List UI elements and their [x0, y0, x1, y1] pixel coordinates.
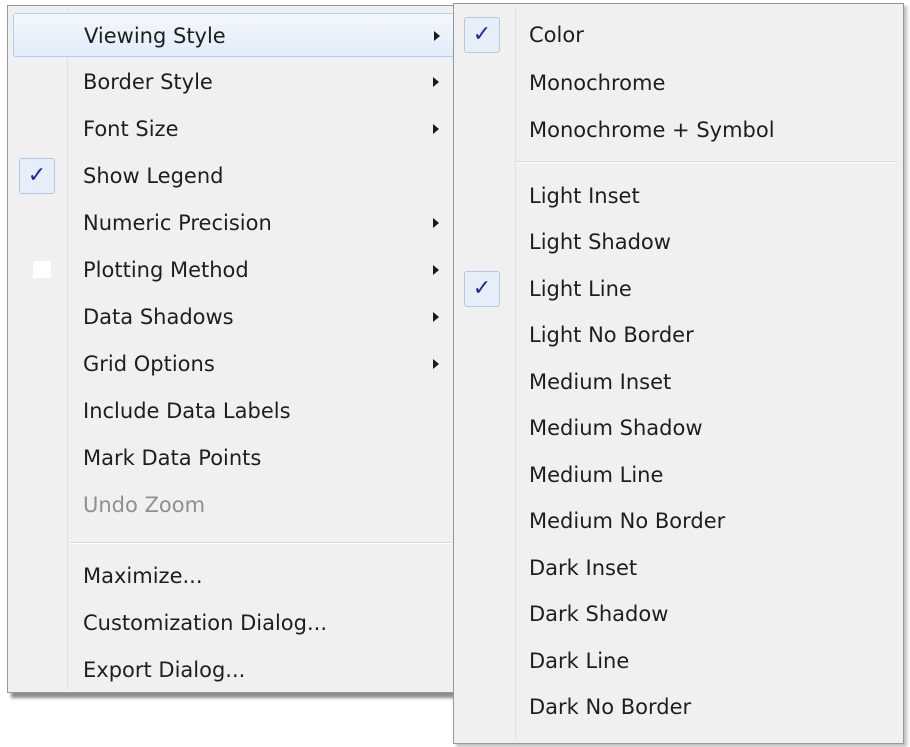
submenu-item-dark-inset[interactable]: Dark Inset [458, 546, 901, 590]
menu-item-label: Medium Shadow [529, 416, 703, 440]
menu-item-show-legend[interactable]: ✓ Show Legend [13, 154, 458, 198]
menu-item-viewing-style[interactable]: Viewing Style [13, 13, 458, 57]
viewing-style-submenu: ✓ Color Monochrome Monochrome + Symbol L… [453, 3, 904, 744]
submenu-arrow-icon [433, 77, 439, 87]
menu-item-export-dialog[interactable]: Export Dialog... [13, 648, 458, 692]
submenu-item-light-no-border[interactable]: Light No Border [458, 313, 901, 357]
submenu-item-medium-shadow[interactable]: Medium Shadow [458, 406, 901, 450]
submenu-arrow-icon [433, 312, 439, 322]
submenu-arrow-icon [433, 218, 439, 228]
menu-item-label: Maximize... [83, 564, 203, 588]
menu-item-mark-data-points[interactable]: Mark Data Points [13, 436, 458, 480]
menu-item-maximize[interactable]: Maximize... [13, 554, 458, 598]
submenu-item-medium-inset[interactable]: Medium Inset [458, 360, 901, 404]
menu-item-label: Dark Inset [529, 556, 638, 580]
submenu-item-light-inset[interactable]: Light Inset [458, 174, 901, 218]
menu-item-numeric-precision[interactable]: Numeric Precision [13, 201, 458, 245]
menu-item-label: Light Line [529, 277, 632, 301]
menu-item-label: Monochrome [529, 71, 666, 95]
submenu-item-light-line[interactable]: ✓ Light Line [458, 267, 901, 311]
menu-item-font-size[interactable]: Font Size [13, 107, 458, 151]
menu-item-label: Border Style [83, 70, 213, 94]
menu-item-label: Monochrome + Symbol [529, 118, 775, 142]
menu-item-label: Light No Border [529, 323, 694, 347]
submenu-item-monochrome-symbol[interactable]: Monochrome + Symbol [458, 108, 901, 152]
submenu-item-medium-line[interactable]: Medium Line [458, 453, 901, 497]
submenu-arrow-icon [433, 359, 439, 369]
submenu-item-dark-no-border[interactable]: Dark No Border [458, 685, 901, 729]
chart-context-menu: Viewing Style Border Style Font Size ✓ S… [7, 5, 464, 693]
menu-item-label: Customization Dialog... [83, 611, 327, 635]
submenu-item-light-shadow[interactable]: Light Shadow [458, 220, 901, 264]
submenu-item-medium-no-border[interactable]: Medium No Border [458, 499, 901, 543]
menu-item-label: Plotting Method [83, 258, 249, 282]
menu-item-grid-options[interactable]: Grid Options [13, 342, 458, 386]
menu-item-label: Viewing Style [84, 24, 226, 48]
checkmark-icon: ✓ [464, 271, 500, 307]
checkmark-icon: ✓ [19, 158, 55, 194]
menu-item-label: Data Shadows [83, 305, 234, 329]
checkmark-icon: ✓ [464, 17, 500, 53]
menu-item-undo-zoom: Undo Zoom [13, 483, 458, 527]
submenu-arrow-icon [434, 31, 440, 41]
menu-item-customization-dialog[interactable]: Customization Dialog... [13, 601, 458, 645]
menu-item-border-style[interactable]: Border Style [13, 60, 458, 104]
menu-item-data-shadows[interactable]: Data Shadows [13, 295, 458, 339]
menu-item-label: Light Shadow [529, 230, 671, 254]
menu-item-include-data-labels[interactable]: Include Data Labels [13, 389, 458, 433]
menu-item-label: Grid Options [83, 352, 215, 376]
menu-item-label: Include Data Labels [83, 399, 291, 423]
menu-item-label: Dark No Border [529, 695, 692, 719]
menu-item-label: Numeric Precision [83, 211, 272, 235]
menu-item-label: Medium Line [529, 463, 664, 487]
submenu-arrow-icon [433, 265, 439, 275]
submenu-item-color[interactable]: ✓ Color [458, 13, 901, 57]
menu-item-plotting-method[interactable]: Plotting Method [13, 248, 458, 292]
menu-item-label: Mark Data Points [83, 446, 262, 470]
menu-item-label: Dark Line [529, 649, 630, 673]
menu-item-label: Export Dialog... [83, 658, 246, 682]
menu-item-label: Color [529, 23, 584, 47]
menu-item-label: Show Legend [83, 164, 224, 188]
menu-item-label: Dark Shadow [529, 602, 669, 626]
menu-item-label: Light Inset [529, 184, 640, 208]
submenu-item-monochrome[interactable]: Monochrome [458, 61, 901, 105]
menu-separator [70, 542, 457, 544]
unchecked-box-icon [33, 261, 51, 278]
submenu-item-dark-line[interactable]: Dark Line [458, 639, 901, 683]
submenu-item-dark-shadow[interactable]: Dark Shadow [458, 592, 901, 636]
menu-separator [517, 161, 897, 163]
submenu-arrow-icon [433, 124, 439, 134]
menu-item-label: Undo Zoom [83, 493, 206, 517]
menu-item-label: Medium No Border [529, 509, 726, 533]
menu-item-label: Medium Inset [529, 370, 672, 394]
menu-item-label: Font Size [83, 117, 179, 141]
